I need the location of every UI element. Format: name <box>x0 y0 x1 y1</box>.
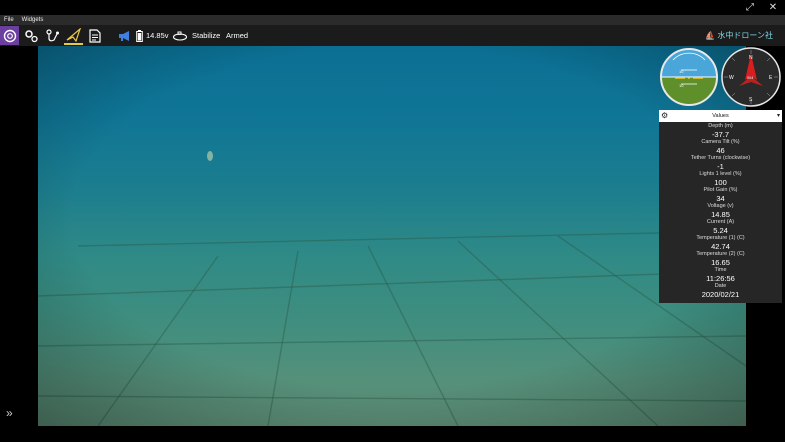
flight-mode-label[interactable]: Stabilize <box>192 25 220 46</box>
pitch-label-upper: 10 <box>679 69 684 74</box>
megaphone-icon <box>118 30 129 41</box>
list-item: Date 2020/02/21 <box>659 283 782 299</box>
submarine-icon <box>172 31 187 41</box>
attitude-indicator <box>660 48 718 106</box>
gears-icon <box>25 29 38 42</box>
value-label: Tether Turns (clockwise) <box>690 155 751 161</box>
battery-icon <box>136 29 143 42</box>
brand-name: 水中ドローン社 <box>717 31 773 40</box>
paper-plane-icon <box>66 27 81 42</box>
list-item: Voltage (v) 14.85 <box>659 203 782 219</box>
menu-bar: File Widgets <box>0 15 785 25</box>
value-reading: -1 <box>717 162 724 171</box>
value-label: Camera Tilt (%) <box>701 139 740 145</box>
brand-mark-icon: ⛵ <box>705 31 716 40</box>
instrument-panel: 10 10 N S W E 004 <box>659 46 782 108</box>
list-item: Pilot Gain (%) 34 <box>659 187 782 203</box>
value-reading: 5.24 <box>713 226 728 235</box>
value-reading: 34 <box>716 194 725 203</box>
value-reading: 16.65 <box>711 258 730 267</box>
expand-sidebar-button[interactable]: » <box>6 406 13 420</box>
restore-window-button[interactable]: ⤢ <box>740 1 760 14</box>
list-item: Temperature (1) (C) 42.74 <box>659 235 782 251</box>
arm-state-label[interactable]: Armed <box>226 25 248 46</box>
window-titlebar: ⤢ ✕ <box>0 0 785 15</box>
brand-logo: ⛵ 水中ドローン社 <box>705 25 773 46</box>
value-label: Depth (m) <box>708 123 733 129</box>
value-reading: 100 <box>714 178 727 187</box>
value-reading: 11:26:56 <box>706 274 735 283</box>
chevron-down-icon[interactable]: ▾ <box>777 110 780 122</box>
toolbar: 14.85v Stabilize Armed ⛵ 水中ドローン社 <box>0 25 785 46</box>
value-label: Lights 1 level (%) <box>699 171 742 177</box>
analyze-button[interactable] <box>85 26 104 45</box>
plan-view-button[interactable] <box>43 26 62 45</box>
document-chart-icon <box>88 28 101 43</box>
list-item: Tether Turns (clockwise) -1 <box>659 155 782 171</box>
flight-mode-button[interactable] <box>170 26 189 45</box>
compass-heading: 004 <box>747 76 753 80</box>
fly-view-button[interactable] <box>64 26 83 45</box>
pitch-label-lower: 10 <box>679 83 684 88</box>
values-panel-header[interactable]: ⚙ Values ▾ <box>659 110 782 122</box>
value-reading: 14.85 <box>711 210 730 219</box>
menu-file[interactable]: File <box>4 17 14 23</box>
compass-north: N <box>749 55 753 61</box>
video-feed[interactable] <box>38 46 746 426</box>
list-item: Time 11:26:56 <box>659 267 782 283</box>
value-reading: 2020/02/21 <box>701 290 740 299</box>
seafloor-tile-lines <box>38 46 746 426</box>
value-label: Current (A) <box>706 219 735 225</box>
value-reading: -37.7 <box>711 130 730 139</box>
value-label: Voltage (v) <box>707 203 734 209</box>
value-reading: 46 <box>716 146 725 155</box>
list-item: Depth (m) -37.7 <box>659 123 782 139</box>
value-label: Pilot Gain (%) <box>703 187 738 193</box>
attitude-and-compass-gauges: 10 10 N S W E 004 <box>660 47 781 107</box>
list-item: Temperature (2) (C) 16.65 <box>659 251 782 267</box>
values-list: Depth (m) -37.7 Camera Tilt (%) 46 Tether … <box>659 123 782 299</box>
list-item: Lights 1 level (%) 100 <box>659 171 782 187</box>
list-item: Camera Tilt (%) 46 <box>659 139 782 155</box>
battery-indicator[interactable] <box>134 26 145 45</box>
value-label: Temperature (2) (C) <box>696 251 745 257</box>
compass-west: W <box>729 75 734 81</box>
gear-icon[interactable]: ⚙ <box>661 110 668 122</box>
values-panel-title: Values <box>712 113 729 119</box>
list-item: Current (A) 5.24 <box>659 219 782 235</box>
value-label: Time <box>714 267 727 273</box>
value-label: Temperature (1) (C) <box>696 235 745 241</box>
waypoint-path-icon <box>45 28 59 41</box>
value-label: Date <box>714 283 727 289</box>
value-reading: 42.74 <box>711 242 730 251</box>
app-logo-icon <box>3 29 16 42</box>
vehicle-setup-button[interactable] <box>22 26 41 45</box>
app-menu-button[interactable] <box>0 26 19 45</box>
messages-button[interactable] <box>115 26 134 45</box>
menu-widgets[interactable]: Widgets <box>22 17 44 23</box>
values-panel: ⚙ Values ▾ Depth (m) -37.7 Camera Tilt (%… <box>659 110 782 303</box>
close-window-button[interactable]: ✕ <box>763 1 783 14</box>
voltage-readout: 14.85v <box>146 31 169 40</box>
